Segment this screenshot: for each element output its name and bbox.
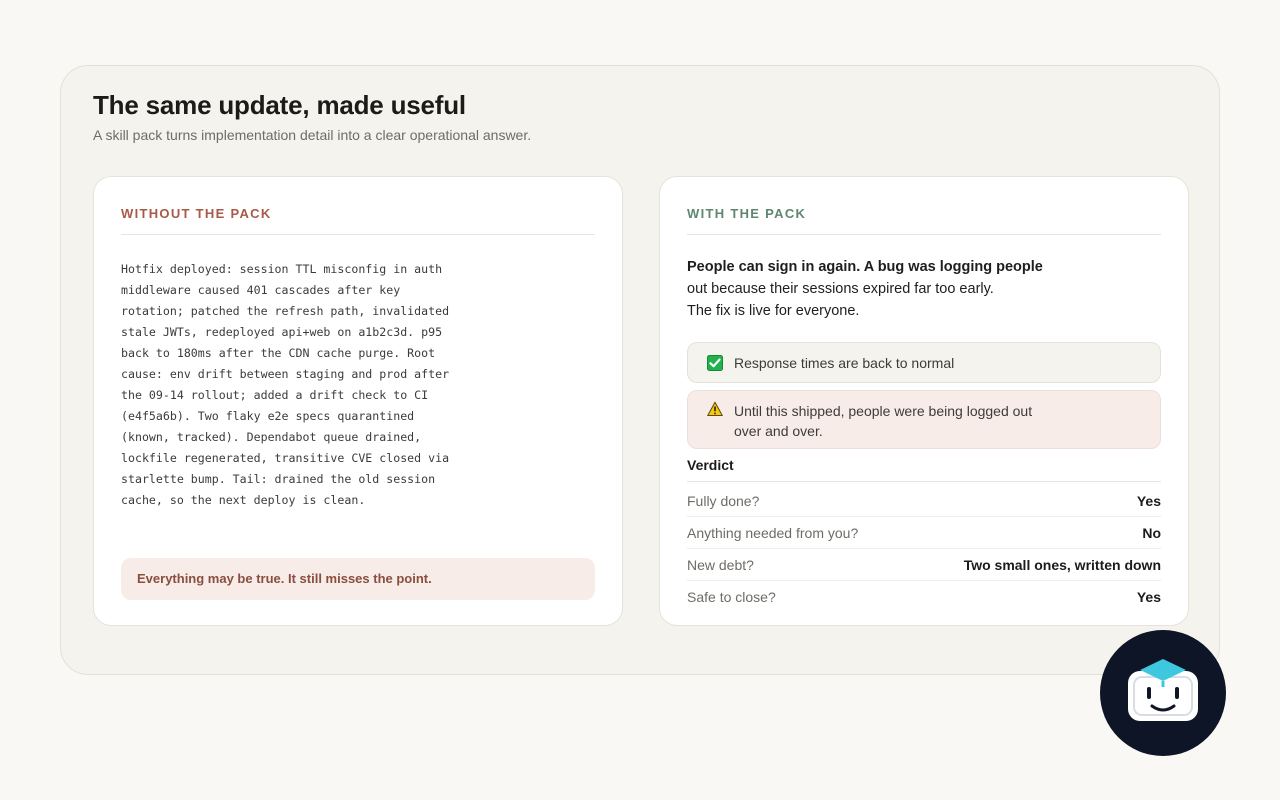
verdict-value: Yes [1136, 589, 1161, 605]
verdict-row: Anything needed from you? No [687, 517, 1161, 549]
verdict-title: Verdict [687, 457, 734, 473]
raw-update-text: Hotfix deployed: session TTL misconfig i… [121, 262, 457, 507]
card-divider [121, 234, 595, 235]
page-title: The same update, made useful [93, 90, 466, 120]
card-divider [687, 234, 1161, 235]
verdict-row: New debt? Two small ones, written down [687, 549, 1161, 581]
verdict-label: New debt? [687, 556, 754, 573]
assistant-avatar-button[interactable] [1100, 630, 1226, 756]
warning-icon [707, 401, 723, 416]
summary-line: out because their sessions expired far t… [687, 281, 994, 297]
summary-lead: People can sign in again. A bug was logg… [687, 259, 1043, 275]
verdict-divider [687, 481, 1161, 482]
with-pack-card: WITH THE PACK People can sign in again. … [659, 176, 1189, 626]
verdict-row: Fully done? Yes [687, 485, 1161, 517]
comparison-panel: The same update, made useful A skill pac… [60, 65, 1220, 675]
verdict-label: Fully done? [687, 492, 760, 509]
verdict-label: Safe to close? [687, 589, 776, 605]
status-ok-callout: Response times are back to normal [687, 342, 1161, 383]
warning-callout: Until this shipped, people were being lo… [687, 390, 1161, 449]
verdict-value: No [1142, 524, 1161, 541]
verdict-table: Fully done? Yes Anything needed from you… [687, 485, 1161, 613]
verdict-value: Yes [1136, 492, 1161, 509]
verdict-value: Two small ones, written down [963, 556, 1161, 573]
verdict-row: Safe to close? Yes [687, 581, 1161, 613]
without-pack-card: WITHOUT THE PACK Hotfix deployed: sessio… [93, 176, 623, 626]
warning-text-line: Until this shipped, people were being lo… [734, 403, 1033, 419]
plain-summary: People can sign in again. A bug was logg… [687, 256, 1087, 322]
without-pack-heading: WITHOUT THE PACK [121, 206, 272, 221]
status-ok-text: Response times are back to normal [734, 355, 955, 371]
summary-line: The fix is live for everyone. [687, 303, 860, 319]
verdict-label: Anything needed from you? [687, 524, 859, 541]
misses-point-note: Everything may be true. It still misses … [121, 558, 595, 600]
assistant-avatar-icon [1128, 659, 1198, 721]
warning-text-line: over and over. [734, 423, 823, 439]
page-subtitle: A skill pack turns implementation detail… [93, 127, 532, 143]
with-pack-heading: WITH THE PACK [687, 206, 807, 221]
check-box-icon [707, 355, 723, 371]
